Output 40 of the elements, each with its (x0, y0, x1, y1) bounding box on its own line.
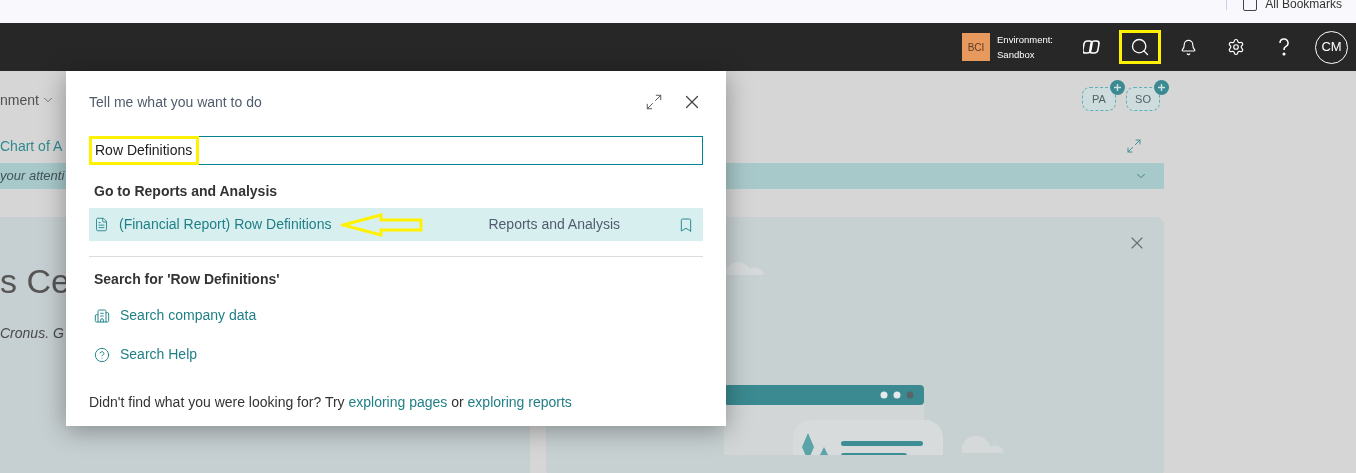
footer-link[interactable]: exploring reports (467, 394, 572, 410)
bell-icon (1179, 38, 1197, 56)
section-heading: Go to Reports and Analysis (93, 182, 279, 201)
environment-label: Environment: (997, 33, 1053, 47)
environment-badge: BCI (962, 33, 990, 61)
bookmarks-label[interactable]: All Bookmarks (1265, 0, 1342, 11)
notification-text: your attenti (0, 167, 65, 186)
search-field[interactable]: Row Definitions (89, 136, 703, 165)
settings-icon (1227, 38, 1245, 56)
search-button[interactable] (1119, 30, 1161, 64)
add-icon (1110, 80, 1125, 95)
bookmark-icon (678, 216, 694, 233)
result-label: Search Help (120, 345, 198, 364)
building-icon (94, 307, 110, 324)
result-item[interactable]: Search Help (89, 338, 703, 371)
copilot-icon (1083, 38, 1101, 56)
section-heading: Search for 'Row Definitions' (93, 270, 281, 289)
result-item[interactable]: (Financial Report) Row Definitions Reports and Analysis (89, 208, 703, 241)
page-link[interactable]: Chart of A (0, 135, 63, 157)
document-icon (94, 217, 109, 232)
user-badge[interactable]: PA (1082, 87, 1116, 111)
environment-name: Sandbox (997, 48, 1036, 62)
help-icon (1278, 37, 1290, 57)
footer-link[interactable]: exploring pages (348, 394, 448, 410)
footer-hint: Didn't find what you were looking for? Try exploring pages or exploring reports (89, 393, 573, 412)
menu-dropdown[interactable]: nment (0, 89, 55, 111)
expand-icon[interactable] (645, 93, 663, 111)
search-value: Row Definitions (95, 141, 193, 160)
folder-icon (1243, 0, 1258, 11)
add-icon (1154, 80, 1169, 95)
result-label: (Financial Report) Row Definitions (119, 215, 332, 234)
result-item[interactable]: Search company data (89, 299, 703, 332)
result-label: Search company data (120, 306, 257, 325)
search-icon (1130, 37, 1150, 57)
greeting-text: Cronus. G (0, 324, 64, 343)
help-icon (94, 346, 110, 363)
dialog-title: Tell me what you want to do (89, 92, 262, 112)
result-category: Reports and Analysis (488, 215, 620, 234)
user-badge[interactable]: SO (1126, 87, 1160, 111)
bookmark-button[interactable] (678, 216, 694, 233)
